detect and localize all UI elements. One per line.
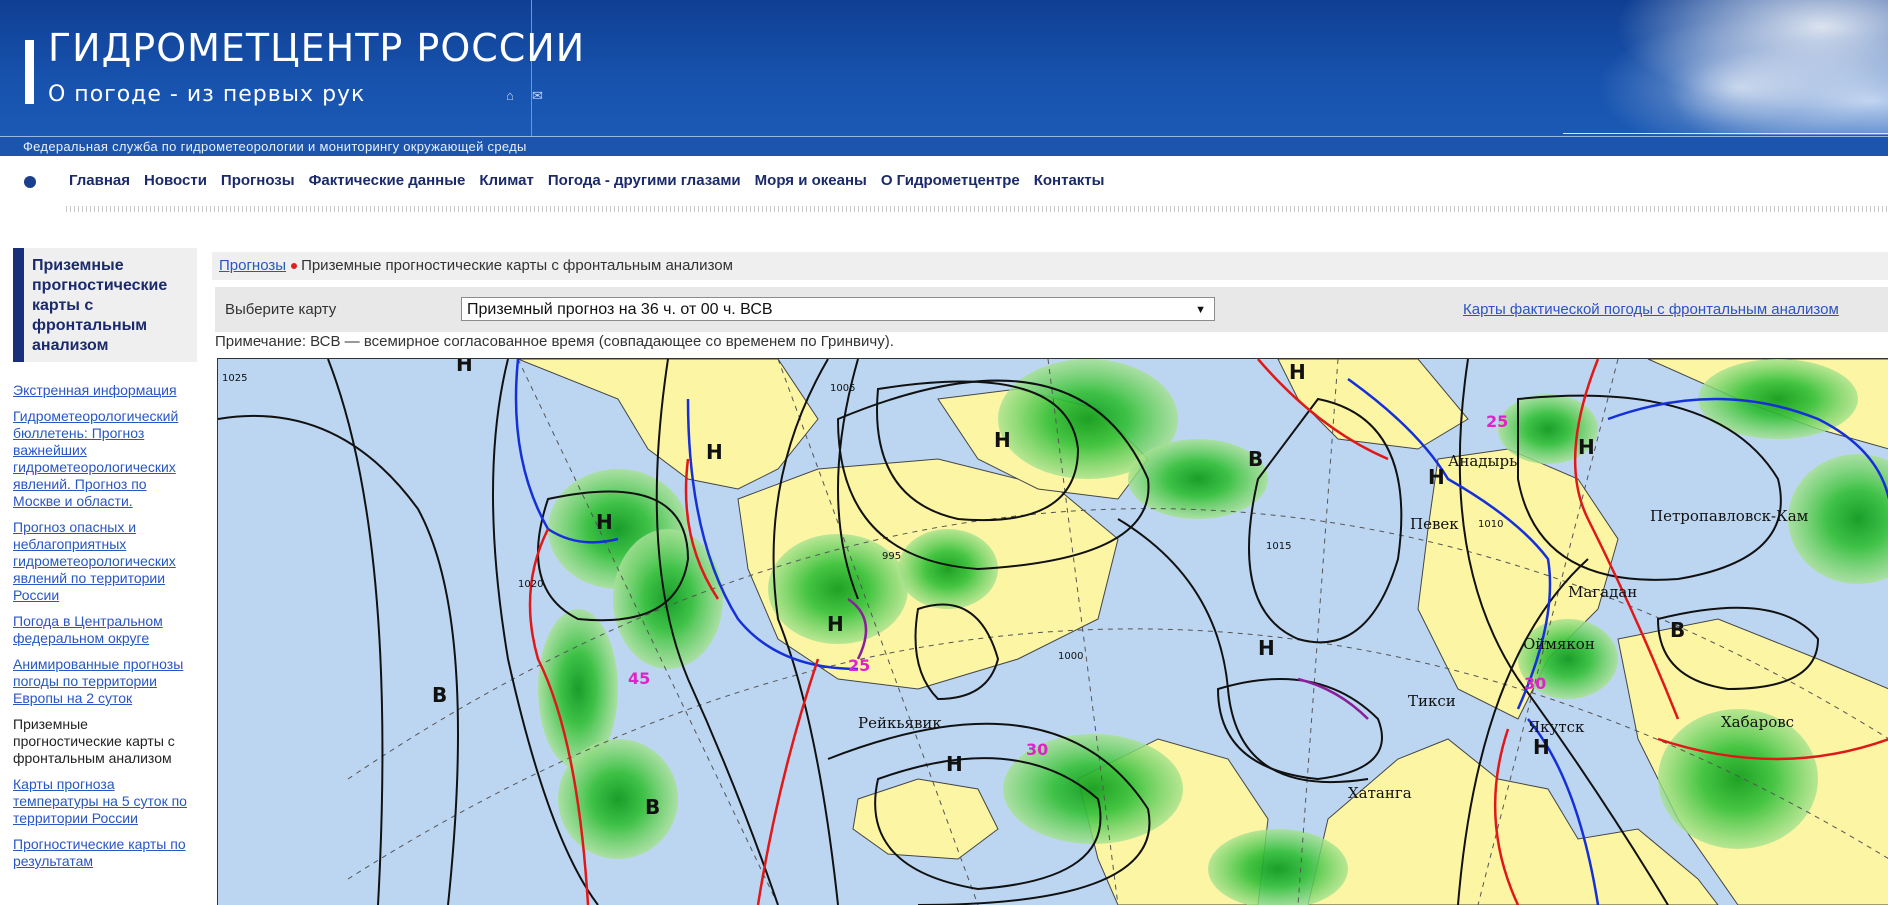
- city-petropavlovsk: Петропавловск-Кам: [1650, 507, 1809, 525]
- isobar-value-3: 1005: [830, 383, 855, 394]
- weather-map[interactable]: Н Н Н Н Н Н Н Н Н Н Н В В В В 45 25 30 2…: [217, 358, 1888, 905]
- sidebar-item-hazards[interactable]: Прогноз опасных и неблагоприятных гидром…: [13, 519, 197, 604]
- isobar-value-4: 995: [882, 551, 901, 562]
- city-pevek: Певек: [1410, 515, 1459, 533]
- center-high-2: В: [432, 683, 447, 707]
- center-high-4: В: [645, 795, 660, 819]
- center-low-3: Н: [706, 440, 723, 464]
- center-low-1: Н: [456, 359, 473, 376]
- center-low-11: Н: [1533, 735, 1550, 759]
- center-low-9: Н: [1428, 465, 1445, 489]
- nav-item-actual-data[interactable]: Фактические данные: [309, 172, 466, 189]
- main-nav: Главная Новости Прогнозы Фактические дан…: [0, 156, 1888, 212]
- sidebar-item-frontal-maps: Приземные прогностические карты с фронта…: [13, 716, 175, 766]
- sidebar-item-prognostic-results[interactable]: Прогностические карты по результатам: [13, 836, 197, 870]
- sidebar-item-central-district[interactable]: Погода в Центральном федеральном округе: [13, 613, 197, 647]
- agency-subtitle-bar: Федеральная служба по гидрометеорологии …: [0, 137, 1888, 156]
- home-icon[interactable]: ⌂: [506, 89, 520, 102]
- center-low-7: Н: [1289, 360, 1306, 384]
- city-khabarovsk: Хабаровс: [1721, 713, 1794, 731]
- sidebar-item-emergency[interactable]: Экстренная информация: [13, 382, 197, 399]
- sidebar-list: Экстренная информация Гидрометеорологиче…: [13, 382, 197, 870]
- map-select-row: Выберите карту Приземный прогноз на 36 ч…: [215, 287, 1888, 332]
- breadcrumb-current: Приземные прогностические карты с фронта…: [301, 257, 733, 274]
- isobar-value-2: 1015: [1266, 541, 1291, 552]
- nav-bullet-icon: [24, 176, 36, 188]
- actual-weather-maps-link[interactable]: Карты фактической погоды с фронтальным а…: [1463, 301, 1839, 318]
- city-yakutsk: Якутск: [1528, 718, 1585, 736]
- sidebar-item-temperature[interactable]: Карты прогноза температуры на 5 суток по…: [13, 776, 197, 827]
- isobar-value-5: 1020: [518, 579, 543, 590]
- city-khatanga: Хатанга: [1348, 784, 1412, 802]
- breadcrumb: Прогнозы Приземные прогностические карты …: [212, 252, 1888, 280]
- nav-item-weather-other-eyes[interactable]: Погода - другими глазами: [548, 172, 741, 189]
- site-slogan: О погоде - из первых рук: [48, 82, 366, 107]
- sidebar-item-animated-europe[interactable]: Анимированные прогнозы погоды по террито…: [13, 656, 197, 707]
- center-low-5: Н: [827, 612, 844, 636]
- city-tiksi: Тикси: [1408, 692, 1456, 710]
- center-low-8: Н: [1258, 636, 1275, 660]
- city-reykjavik: Рейкьявик: [858, 714, 942, 732]
- center-low-6: Н: [946, 752, 963, 776]
- wind-speed-1: 45: [628, 669, 650, 688]
- city-magadan: Магадан: [1568, 583, 1637, 601]
- nav-item-news[interactable]: Новости: [144, 172, 207, 189]
- wind-speed-4: 25: [1486, 412, 1508, 431]
- center-low-4: Н: [994, 428, 1011, 452]
- city-anadyr: Анадырь: [1448, 452, 1517, 470]
- site-header: ГИДРОМЕТЦЕНТР РОССИИ О погоде - из первы…: [0, 0, 1888, 156]
- map-select-dropdown[interactable]: Приземный прогноз на 36 ч. от 00 ч. ВСВ …: [461, 297, 1215, 321]
- sidebar: Приземные прогностические карты с фронта…: [13, 248, 197, 879]
- isobar-value-1: 1025: [222, 373, 247, 384]
- center-high-3: В: [1670, 618, 1685, 642]
- breadcrumb-separator-icon: [291, 263, 298, 270]
- nav-ruler: [66, 206, 1888, 212]
- header-line-right: [1563, 133, 1888, 134]
- header-clouds-image: [1558, 0, 1888, 135]
- wind-speed-2: 25: [848, 656, 870, 675]
- nav-item-forecasts[interactable]: Прогнозы: [221, 172, 295, 189]
- nav-item-about[interactable]: О Гидрометцентре: [881, 172, 1020, 189]
- nav-item-climate[interactable]: Климат: [479, 172, 534, 189]
- breadcrumb-forecasts-link[interactable]: Прогнозы: [219, 257, 286, 274]
- city-oymyakon: Оймякон: [1523, 635, 1595, 653]
- center-low-2: Н: [596, 510, 613, 534]
- nav-item-seas[interactable]: Моря и океаны: [755, 172, 867, 189]
- nav-item-contacts[interactable]: Контакты: [1034, 172, 1105, 189]
- nav-list: Главная Новости Прогнозы Фактические дан…: [62, 172, 1111, 189]
- sidebar-item-bulletin[interactable]: Гидрометеорологический бюллетень: Прогно…: [13, 408, 197, 510]
- sidebar-title: Приземные прогностические карты с фронта…: [13, 248, 197, 362]
- isobar-value-7: 1000: [1058, 651, 1083, 662]
- logo-bar: [25, 40, 34, 104]
- weather-map-svg: Н Н Н Н Н Н Н Н Н Н Н В В В В 45 25 30 2…: [218, 359, 1888, 905]
- map-select-label: Выберите карту: [225, 301, 337, 318]
- isobar-value-6: 1010: [1478, 519, 1503, 530]
- utc-note: Примечание: ВСВ — всемирное согласованно…: [215, 333, 894, 350]
- wind-speed-5: 30: [1524, 674, 1546, 693]
- site-title[interactable]: ГИДРОМЕТЦЕНТР РОССИИ: [48, 26, 585, 70]
- chevron-down-icon: ▼: [1195, 304, 1206, 316]
- center-low-10: Н: [1578, 435, 1595, 459]
- mail-icon[interactable]: ✉: [532, 89, 546, 102]
- agency-subtitle: Федеральная служба по гидрометеорологии …: [23, 139, 527, 154]
- map-select-value: Приземный прогноз на 36 ч. от 00 ч. ВСВ: [467, 301, 773, 318]
- wind-speed-3: 30: [1026, 740, 1048, 759]
- center-high-1: В: [1248, 447, 1263, 471]
- nav-item-home[interactable]: Главная: [69, 172, 130, 189]
